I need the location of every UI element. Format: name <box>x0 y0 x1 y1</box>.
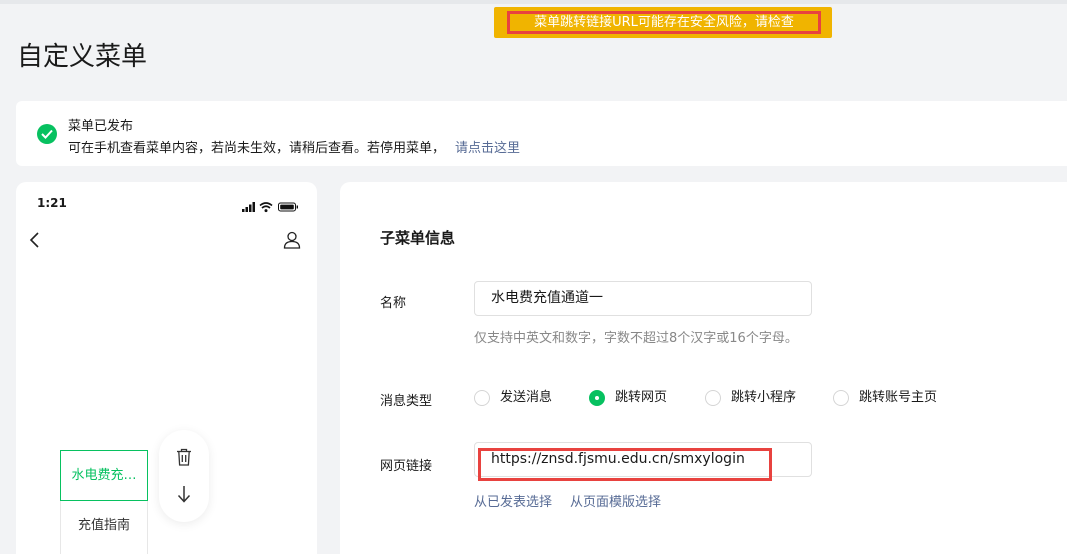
submenu-list: 水电费充… 充值指南 <box>60 450 148 554</box>
section-title: 子菜单信息 <box>380 229 456 247</box>
submenu-actions <box>159 430 209 522</box>
status-bar-icons <box>242 198 302 213</box>
user-profile-icon[interactable] <box>283 231 301 249</box>
notice-text-row: 可在手机查看菜单内容，若尚未生效，请稍后查看。若停用菜单， 请点击这里 <box>68 137 520 156</box>
submenu-item[interactable]: 充值指南 <box>60 501 148 554</box>
message-type-label: 消息类型 <box>380 394 433 409</box>
name-input[interactable]: 水电费充值通道一 <box>474 281 812 316</box>
submenu-form-panel: 子菜单信息 名称 水电费充值通道一 仅支持中英文和数字，字数不超过8个汉字或16… <box>340 182 1067 554</box>
trash-icon[interactable] <box>176 448 192 466</box>
publish-notice: 菜单已发布 可在手机查看菜单内容，若尚未生效，请稍后查看。若停用菜单， 请点击这里 <box>16 101 1067 166</box>
url-select-links: 从已发表选择 从页面模版选择 <box>474 491 661 510</box>
signal-icon <box>242 202 255 212</box>
radio-label: 跳转小程序 <box>731 390 797 405</box>
warning-text: 菜单跳转链接URL可能存在安全风险，请检查 <box>507 11 821 34</box>
battery-icon <box>278 202 298 212</box>
name-hint: 仅支持中英文和数字，字数不超过8个汉字或16个字母。 <box>474 331 798 346</box>
notice-title: 菜单已发布 <box>68 119 134 134</box>
url-input[interactable]: https://znsd.fjsmu.edu.cn/smxylogin <box>474 442 812 477</box>
radio-label: 跳转账号主页 <box>859 390 938 405</box>
select-from-template-link[interactable]: 从页面模版选择 <box>570 495 661 510</box>
status-time: 1:21 <box>37 196 67 210</box>
radio-circle <box>705 390 721 406</box>
select-from-published-link[interactable]: 从已发表选择 <box>474 495 552 510</box>
check-icon <box>37 124 57 144</box>
url-label: 网页链接 <box>380 459 433 474</box>
submenu-item-active[interactable]: 水电费充… <box>60 450 148 501</box>
phone-preview: 1:21 水电费充… 充值指南 <box>16 182 317 554</box>
wifi-icon <box>259 202 273 213</box>
radio-circle <box>833 390 849 406</box>
security-warning-banner: 菜单跳转链接URL可能存在安全风险，请检查 <box>494 7 832 38</box>
radio-label: 发送消息 <box>500 390 553 405</box>
page-title: 自定义菜单 <box>17 42 148 72</box>
top-divider <box>0 0 1067 4</box>
notice-text: 可在手机查看菜单内容，若尚未生效，请稍后查看。若停用菜单， <box>68 141 446 156</box>
disable-menu-link[interactable]: 请点击这里 <box>455 141 520 156</box>
radio-circle <box>474 390 490 406</box>
arrow-down-icon[interactable] <box>177 485 191 503</box>
back-icon[interactable] <box>28 231 42 249</box>
radio-label: 跳转网页 <box>615 390 668 405</box>
radio-circle-checked <box>589 390 605 406</box>
name-label: 名称 <box>380 296 407 311</box>
